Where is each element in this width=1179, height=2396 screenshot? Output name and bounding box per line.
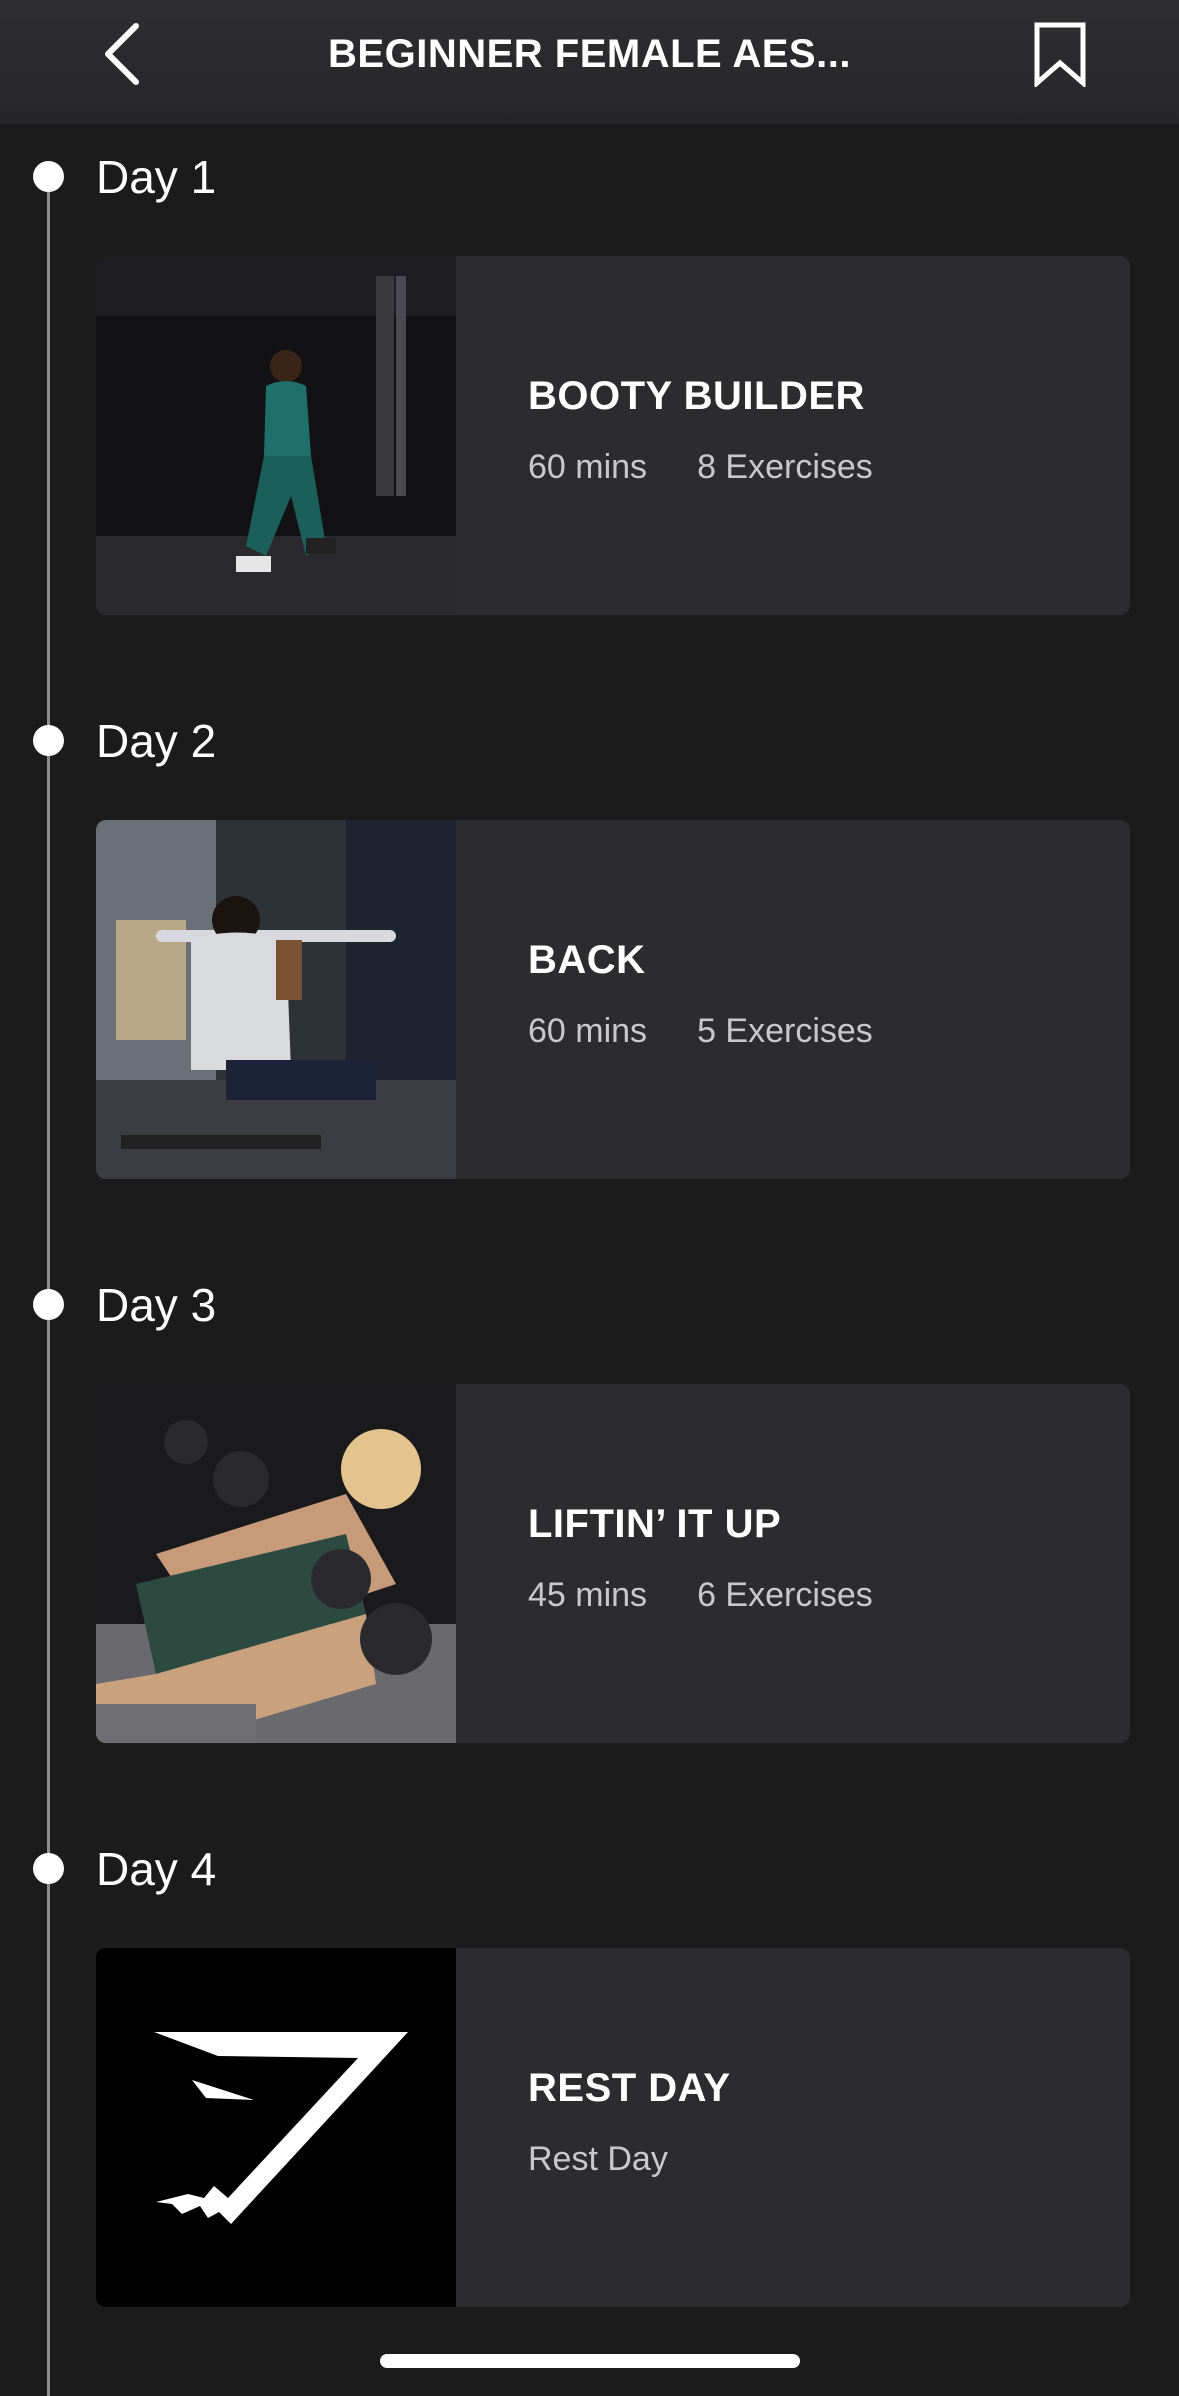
day-label: Day 2 [96, 715, 217, 767]
top-bar: BEGINNER FEMALE AES... [0, 0, 1179, 124]
workout-thumbnail [96, 820, 456, 1179]
timeline-dot [33, 1853, 64, 1884]
timeline-line [47, 176, 50, 2396]
workout-card-back[interactable]: BACK 60 mins 5 Exercises [96, 820, 1130, 1179]
workout-meta: 60 mins 8 Exercises [528, 448, 873, 487]
workout-duration: 60 mins [528, 448, 648, 486]
workout-title: BOOTY BUILDER [528, 374, 865, 418]
bookmark-button[interactable] [1022, 14, 1098, 94]
workout-duration: 60 mins [528, 1012, 648, 1050]
timeline-dot [33, 161, 64, 192]
gymshark-logo [96, 1948, 456, 2307]
home-indicator[interactable] [380, 2354, 800, 2368]
workout-exercise-count: 8 Exercises [697, 448, 873, 486]
workout-exercise-count: 5 Exercises [697, 1012, 873, 1050]
workout-meta: 45 mins 6 Exercises [528, 1576, 873, 1615]
workout-duration: Rest Day [528, 2140, 668, 2178]
workout-thumbnail [96, 1384, 456, 1743]
back-button[interactable] [90, 14, 154, 94]
workout-meta: 60 mins 5 Exercises [528, 1012, 873, 1051]
workout-title: REST DAY [528, 2066, 731, 2110]
workout-meta: Rest Day [528, 2140, 668, 2179]
workout-card-rest-day[interactable]: REST DAY Rest Day [96, 1948, 1130, 2307]
workout-title: LIFTIN’ IT UP [528, 1502, 782, 1546]
chevron-left-icon [105, 23, 139, 85]
workout-card-liftin-it-up[interactable]: LIFTIN’ IT UP 45 mins 6 Exercises [96, 1384, 1130, 1743]
workout-card-booty-builder[interactable]: BOOTY BUILDER 60 mins 8 Exercises [96, 256, 1130, 615]
workout-title: BACK [528, 938, 646, 982]
page-title: BEGINNER FEMALE AES... [328, 32, 851, 76]
workout-duration: 45 mins [528, 1576, 648, 1614]
bookmark-icon [1034, 22, 1086, 87]
day-label: Day 1 [96, 151, 217, 203]
timeline-dot [33, 725, 64, 756]
timeline-dot [33, 1289, 64, 1320]
workout-exercise-count: 6 Exercises [697, 1576, 873, 1614]
workout-thumbnail [96, 256, 456, 615]
day-label: Day 4 [96, 1843, 217, 1895]
day-label: Day 3 [96, 1279, 217, 1331]
